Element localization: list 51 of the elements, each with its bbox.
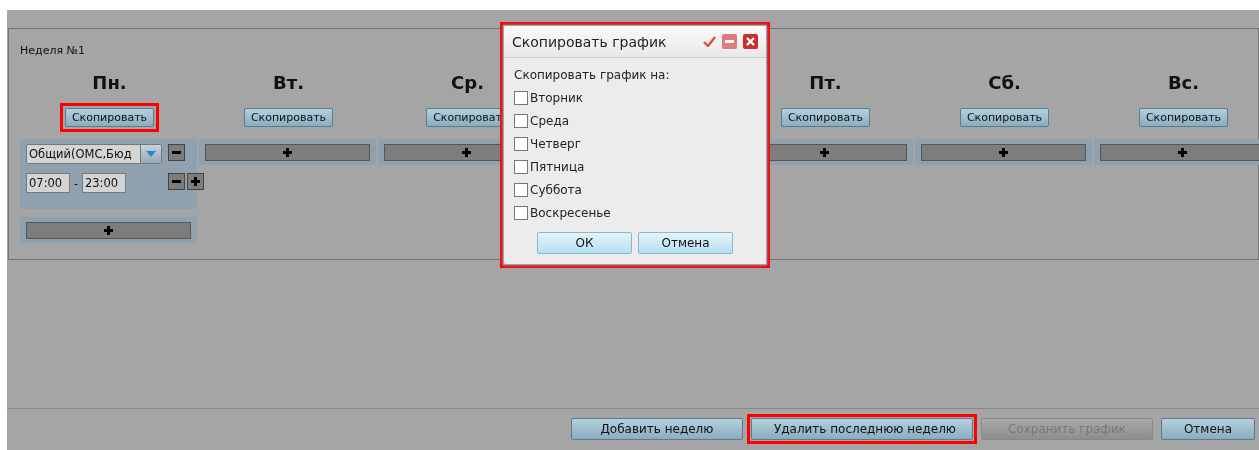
checkbox[interactable] [514, 160, 528, 174]
day-heading: Вс. [1167, 72, 1200, 95]
footer-button[interactable]: Отмена [1160, 418, 1255, 440]
day-heading: Вт. [273, 72, 304, 95]
copy-button[interactable]: Скопировать [959, 108, 1050, 127]
checkbox[interactable] [514, 114, 528, 128]
plus-icon [462, 148, 471, 157]
checkbox-label: Суббота [530, 183, 582, 197]
dialog-prompt: Скопировать график на: [514, 68, 671, 82]
checkbox[interactable] [514, 91, 528, 105]
footer-button[interactable]: Добавить неделю [570, 418, 743, 440]
start-time-field[interactable]: 07:00 [26, 173, 70, 193]
remove-time-button[interactable] [168, 173, 185, 190]
minus-icon [172, 151, 181, 154]
dropdown-caret-icon [146, 151, 156, 157]
plus-icon [1178, 148, 1187, 157]
day-heading: Ср. [451, 72, 484, 95]
time-separator: - [74, 176, 78, 190]
end-time-field[interactable]: 23:00 [82, 173, 126, 193]
dialog-button[interactable]: ОК [537, 232, 632, 254]
plus-icon [104, 226, 113, 235]
checkmark-icon[interactable] [703, 36, 716, 47]
close-icon[interactable] [743, 34, 758, 49]
copy-button[interactable]: Скопировать [1138, 108, 1229, 127]
plus-icon [283, 148, 292, 157]
checkbox[interactable] [514, 206, 528, 220]
day-heading: Пн. [92, 72, 127, 95]
checkbox-label: Среда [530, 114, 570, 128]
copy-button[interactable]: Скопировать [243, 108, 334, 127]
dialog-button[interactable]: Отмена [638, 232, 733, 254]
day-heading: Пт. [809, 72, 842, 95]
add-time-button[interactable] [187, 173, 204, 190]
checkbox-label: Четверг [530, 137, 581, 151]
checkbox-label: Вторник [530, 91, 584, 105]
minus-icon [172, 180, 181, 183]
type-dropdown[interactable]: Общий(ОМС,Бюд [26, 144, 162, 164]
minimize-icon[interactable] [722, 34, 737, 49]
copy-button[interactable]: Скопировать [780, 108, 871, 127]
copy-button[interactable]: Скопировать [64, 108, 155, 127]
checkbox-label: Пятница [530, 160, 585, 174]
day-heading: Сб. [988, 72, 1021, 95]
checkbox-label: Воскресенье [530, 206, 611, 220]
footer-button[interactable]: Удалить последнюю неделю [750, 418, 973, 440]
dialog-title: Скопировать график [512, 33, 668, 50]
checkbox[interactable] [514, 183, 528, 197]
plus-icon [191, 177, 200, 186]
plus-icon [999, 148, 1008, 157]
checkbox[interactable] [514, 137, 528, 151]
week-title: Неделя №1 [20, 44, 85, 57]
remove-button[interactable] [168, 144, 185, 161]
plus-icon [820, 148, 829, 157]
